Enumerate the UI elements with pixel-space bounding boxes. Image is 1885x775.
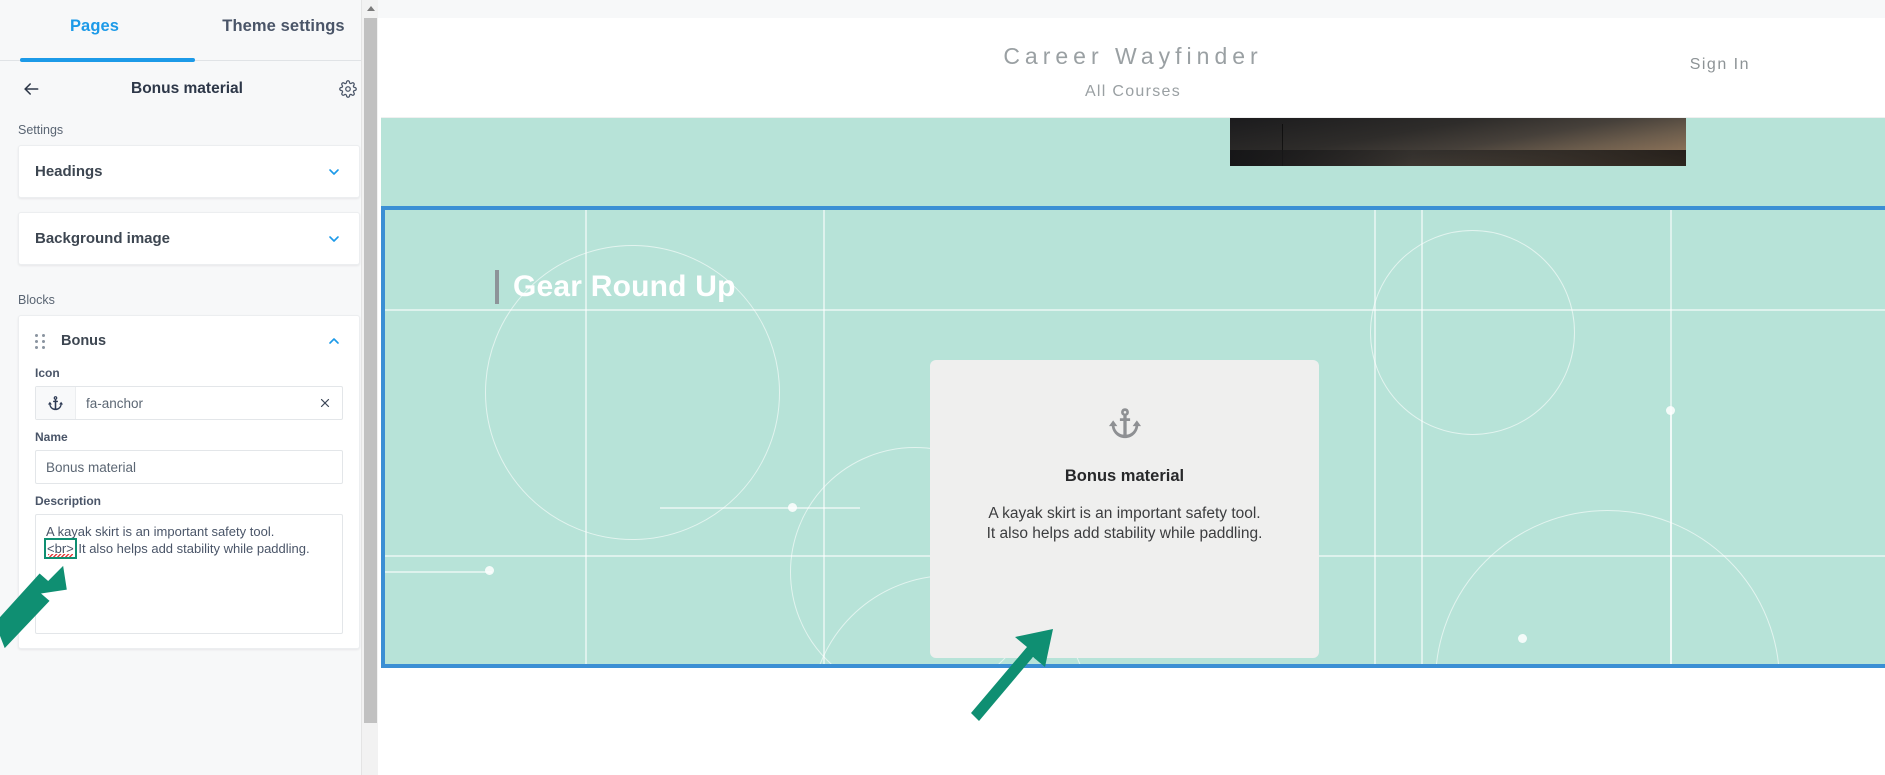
page-title: Bonus material [131,80,243,97]
grid-line-horizontal [385,309,1885,311]
scrollbar-thumb[interactable] [364,18,377,723]
tab-theme-settings-label: Theme settings [222,16,345,35]
title-accent-bar [495,270,499,304]
blocks-section-label: Blocks [18,293,55,307]
decor-dot [788,503,797,512]
bonus-material-card[interactable]: Bonus material A kayak skirt is an impor… [930,360,1319,658]
br-tag-token[interactable]: <br> [44,538,77,560]
accordion-headings-label: Headings [35,163,103,180]
site-header: Career Wayfinder All Courses Sign In [381,18,1885,118]
decor-dot [1518,634,1527,643]
scroll-up-arrow-icon[interactable] [362,0,378,17]
field-name-label: Name [35,430,68,444]
gear-icon[interactable] [336,77,360,101]
card-desc-line-2: tool. [1231,505,1261,522]
decor-circle [1370,230,1575,435]
hero-image [1230,118,1686,166]
card-desc-line-4: paddling. [1199,524,1263,542]
chevron-down-icon[interactable] [325,230,343,248]
drag-handle-icon[interactable] [35,332,47,350]
tab-pages[interactable]: Pages [0,0,189,60]
tab-pages-label: Pages [69,16,120,35]
field-description: Description A kayak skirt is an importan… [19,494,359,634]
close-icon[interactable] [308,387,342,419]
section-title-group: Gear Round Up [495,270,736,304]
icon-input-row[interactable]: fa-anchor [35,386,343,420]
field-icon: Icon fa-anchor [19,366,359,420]
card-desc-line-3: It also helps add stability while [986,524,1196,542]
accordion-background-image[interactable]: Background image [18,212,360,265]
anchor-icon [1107,406,1143,447]
accordion-headings[interactable]: Headings [18,145,360,198]
sidebar-scrollbar[interactable] [361,0,378,775]
sign-in-link[interactable]: Sign In [1690,56,1750,74]
description-line-2: It also helps add stability while paddli… [74,541,310,557]
grid-line-stub [660,507,860,509]
site-preview: Career Wayfinder All Courses Sign In Gea… [378,0,1885,775]
settings-section-label: Settings [18,123,64,137]
editor-sidebar: Pages Theme settings Bonus material Sett… [0,0,378,775]
sidebar-tabbar: Pages Theme settings [0,0,378,60]
block-bonus-label: Bonus [61,333,107,349]
card-description: A kayak skirt is an important safety too… [975,504,1275,544]
selected-section-gear-round-up[interactable]: Gear Round Up Bonus material A kayak ski… [381,206,1885,668]
field-name: Name Bonus material [19,430,359,484]
accordion-headings-header[interactable]: Headings [19,146,359,197]
chevron-down-icon[interactable] [325,163,343,181]
block-bonus: Bonus Icon fa-anchor Name Bonus material… [18,315,360,649]
accordion-background-image-label: Background image [35,230,171,247]
card-title: Bonus material [1064,467,1185,485]
app-root: Pages Theme settings Bonus material Sett… [0,0,1885,775]
nav-all-courses[interactable]: All Courses [381,83,1885,101]
field-description-label: Description [35,494,102,508]
grid-line-vertical [1374,210,1376,664]
spellcheck-squiggle [48,554,73,558]
accordion-background-image-header[interactable]: Background image [19,213,359,264]
hero-band [381,118,1885,206]
panel-header: Bonus material [0,61,378,117]
name-input[interactable]: Bonus material [35,450,343,484]
name-input-value: Bonus material [46,459,137,475]
description-textarea[interactable]: A kayak skirt is an important safety too… [35,514,343,634]
grid-line-stub [1670,412,1672,664]
preview-page: Career Wayfinder All Courses Sign In Gea… [381,18,1885,775]
grid-line-stub [385,571,492,573]
preview-top-strip [378,0,1885,18]
field-icon-label: Icon [35,366,60,380]
section-title: Gear Round Up [513,270,736,303]
decor-dot [485,566,494,575]
chevron-up-icon[interactable] [325,332,343,350]
anchor-icon [36,387,76,419]
grid-line-vertical [823,210,825,664]
block-bonus-header[interactable]: Bonus [19,316,359,366]
card-desc-line-1: A kayak skirt is an important safety [988,505,1227,522]
grid-line-vertical [1421,210,1423,664]
decor-circle [1435,510,1780,664]
decor-dot [1666,406,1675,415]
brand-title: Career Wayfinder [1003,43,1263,69]
tab-theme-settings[interactable]: Theme settings [189,0,378,60]
icon-input-value[interactable]: fa-anchor [76,396,308,411]
grid-line-vertical [1670,210,1672,664]
description-line-1: A kayak skirt is an important safety too… [46,524,275,539]
